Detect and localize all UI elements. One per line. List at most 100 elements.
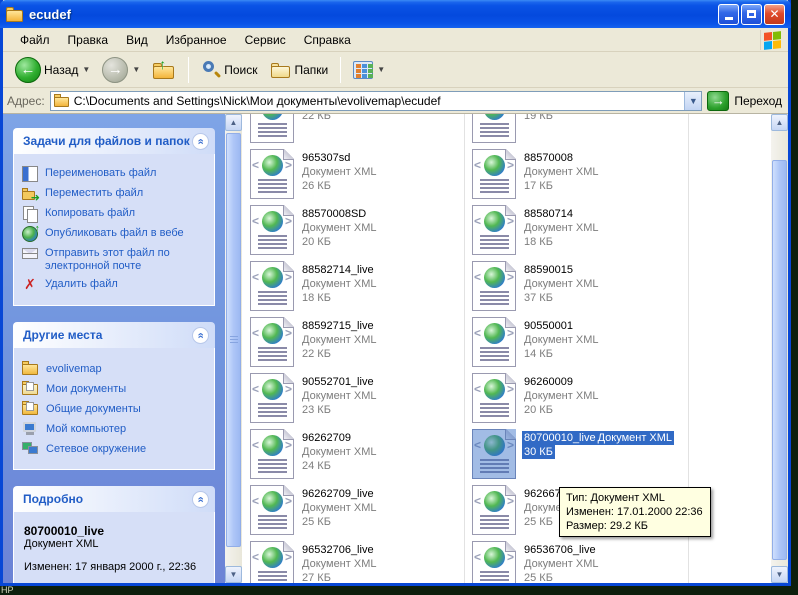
file-name: 96262709_live (302, 487, 376, 501)
scrollbar-thumb[interactable] (226, 133, 241, 547)
up-button[interactable]: ↑ (148, 59, 180, 81)
task-link[interactable]: Копировать файл (22, 206, 208, 222)
task-link[interactable]: Мои документы (22, 381, 208, 396)
xml-document-icon: <> (472, 149, 516, 199)
maximize-button[interactable] (741, 4, 762, 25)
back-button[interactable]: ← Назад ▼ (11, 57, 94, 83)
collapse-chevron-icon[interactable]: « (192, 491, 209, 508)
file-type: Документ XML (524, 333, 598, 347)
forward-dropdown-icon[interactable]: ▼ (132, 65, 140, 74)
titlebar[interactable]: ecudef ✕ (0, 0, 791, 28)
menu-item-help[interactable]: Справка (295, 30, 360, 50)
file-size: 24 КБ (302, 459, 376, 473)
file-name: 88580714 (524, 207, 598, 221)
forward-button[interactable]: → ▼ (98, 57, 144, 83)
file-tile[interactable]: <>90550001Документ XML14 КБ (472, 316, 687, 372)
menu-item-favorites[interactable]: Избранное (157, 30, 236, 50)
file-tile[interactable]: <>88570008SDДокумент XML20 КБ (250, 204, 465, 260)
file-tile[interactable]: <>88590015Документ XML37 КБ (472, 260, 687, 316)
file-tile[interactable]: <>96536706_liveДокумент XML25 КБ (472, 540, 687, 583)
link-label: Мой компьютер (46, 422, 126, 436)
task-link[interactable]: ✗Удалить файл (22, 277, 208, 293)
folders-button[interactable]: Папки (266, 60, 333, 80)
task-link[interactable]: Мой компьютер (22, 421, 208, 436)
xml-document-icon: <> (250, 541, 294, 583)
menu-bar: ФайлПравкаВидИзбранноеСервисСправка (3, 28, 788, 52)
task-link[interactable]: Переименовать файл (22, 166, 208, 182)
file-size: 25 КБ (302, 515, 376, 529)
other-places-header[interactable]: Другие места « (13, 322, 215, 348)
xml-document-icon: <> (250, 149, 294, 199)
file-tile[interactable]: <>88592715_liveДокумент XML22 КБ (250, 316, 465, 372)
address-dropdown-icon[interactable]: ▼ (684, 92, 701, 110)
xml-document-icon: <> (472, 317, 516, 367)
file-size: 20 КБ (524, 403, 598, 417)
task-link[interactable]: evolivemap (22, 361, 208, 376)
forward-icon: → (102, 57, 128, 83)
file-tile[interactable]: <>96532706_liveДокумент XML27 КБ (250, 540, 465, 583)
close-button[interactable]: ✕ (764, 4, 785, 25)
file-tile[interactable]: <>96262709_liveДокумент XML25 КБ (250, 484, 465, 540)
details-pane: Подробно « 80700010_live Документ XML Из… (13, 486, 215, 583)
go-button[interactable]: → (707, 91, 729, 111)
details-header[interactable]: Подробно « (13, 486, 215, 512)
address-label: Адрес: (7, 94, 45, 108)
link-label: Копировать файл (45, 206, 135, 220)
file-tile[interactable]: <>Документ XML22 КБ (250, 114, 465, 148)
file-name: 965307sd (302, 151, 376, 165)
folder-icon (54, 94, 70, 107)
xml-document-icon: <> (472, 205, 516, 255)
file-name: 96260009 (524, 375, 598, 389)
menu-item-file[interactable]: Файл (11, 30, 59, 50)
window-title: ecudef (29, 7, 718, 22)
address-input[interactable]: C:\Documents and Settings\Nick\Мои докум… (74, 94, 685, 108)
file-tile[interactable]: <>88570008Документ XML17 КБ (472, 148, 687, 204)
scroll-up-button[interactable]: ▲ (225, 114, 242, 131)
file-type: Документ XML (302, 333, 376, 347)
xml-document-icon: <> (250, 114, 294, 143)
xml-document-icon: <> (250, 429, 294, 479)
file-tile[interactable]: <>88582714_liveДокумент XML18 КБ (250, 260, 465, 316)
views-icon (353, 61, 373, 79)
views-button[interactable]: ▼ (349, 61, 389, 79)
collapse-chevron-icon[interactable]: « (192, 133, 209, 150)
file-type: Документ XML (524, 277, 598, 291)
search-icon (201, 60, 221, 80)
search-button[interactable]: Поиск (197, 60, 261, 80)
sidebar-scrollbar[interactable]: ▲ ▼ (225, 114, 242, 583)
views-dropdown-icon[interactable]: ▼ (377, 65, 385, 74)
file-tile[interactable]: <>96260009Документ XML20 КБ (472, 372, 687, 428)
publish-web-icon: ↑ (22, 226, 38, 242)
file-tasks-header[interactable]: Задачи для файлов и папок « (13, 128, 215, 154)
scroll-down-button[interactable]: ▼ (225, 566, 242, 583)
file-tile[interactable]: <>88580714Документ XML18 КБ (472, 204, 687, 260)
task-link[interactable]: ➜Переместить файл (22, 186, 208, 202)
collapse-chevron-icon[interactable]: « (192, 327, 209, 344)
tooltip-modified: Изменен: 17.01.2000 22:36 (566, 505, 704, 519)
shared-documents-icon (22, 401, 39, 416)
xml-document-icon: <> (250, 317, 294, 367)
menu-item-view[interactable]: Вид (117, 30, 157, 50)
file-list-scrollbar[interactable]: ▲ ▼ (771, 114, 788, 583)
task-pane-sidebar: Задачи для файлов и папок « Переименоват… (3, 114, 225, 583)
file-tile[interactable]: <>965307sdДокумент XML26 КБ (250, 148, 465, 204)
scroll-down-button[interactable]: ▼ (771, 566, 788, 583)
task-link[interactable]: ↑Опубликовать файл в вебе (22, 226, 208, 242)
file-tile-selected[interactable]: <>80700010_liveДокумент XML30 КБ (472, 428, 687, 484)
scroll-up-button[interactable]: ▲ (771, 114, 788, 131)
task-link[interactable]: Общие документы (22, 401, 208, 416)
xml-document-icon: <> (250, 205, 294, 255)
move-file-icon: ➜ (22, 186, 38, 202)
task-link[interactable]: Сетевое окружение (22, 441, 208, 456)
task-link[interactable]: Отправить этот файл по электронной почте (22, 246, 208, 273)
back-dropdown-icon[interactable]: ▼ (82, 65, 90, 74)
file-tile[interactable]: <>Документ XML19 КБ (472, 114, 687, 148)
scrollbar-thumb[interactable] (772, 160, 787, 560)
menu-item-edit[interactable]: Правка (59, 30, 118, 50)
file-type: Документ XML (524, 557, 598, 571)
file-tile[interactable]: <>90552701_liveДокумент XML23 КБ (250, 372, 465, 428)
file-tile[interactable]: <>96262709Документ XML24 КБ (250, 428, 465, 484)
menu-item-tools[interactable]: Сервис (236, 30, 295, 50)
address-combo[interactable]: C:\Documents and Settings\Nick\Мои докум… (50, 91, 703, 111)
minimize-button[interactable] (718, 4, 739, 25)
